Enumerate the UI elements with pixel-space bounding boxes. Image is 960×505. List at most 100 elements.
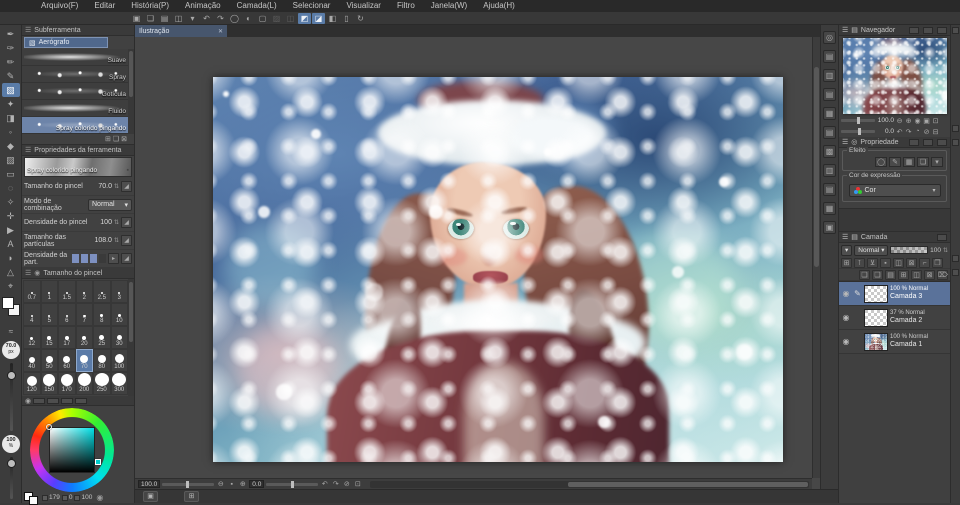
spinner-icon[interactable]: ⇅ (943, 247, 948, 254)
enable-mask-icon[interactable]: ⊠ (906, 258, 917, 268)
main-color-swatches[interactable] (2, 297, 20, 323)
decoration-tool[interactable]: ✦ (2, 97, 20, 111)
effect-layer-icon[interactable]: ❏ (917, 157, 929, 167)
brush-size-slider[interactable] (10, 363, 13, 431)
palette-tab[interactable] (937, 27, 947, 34)
brush-size-cell[interactable]: 0.7 (23, 280, 41, 303)
brush-size-cell[interactable]: 4 (23, 303, 41, 326)
brush-size-cell[interactable]: 1.5 (58, 280, 76, 303)
hue-ring-marker[interactable] (95, 459, 101, 465)
redo-icon[interactable]: ↷ (214, 13, 227, 24)
layer-reference-icon[interactable]: ⊻ (867, 258, 878, 268)
material-download-palette-icon[interactable]: ▦ (823, 202, 836, 215)
palette-tab[interactable] (923, 139, 933, 146)
material-image-palette-icon[interactable]: ▩ (823, 145, 836, 158)
color-wheel-tab-icon[interactable]: ◉ (25, 397, 31, 405)
blend-tool[interactable]: ◦ (2, 125, 20, 139)
brush-size-cell[interactable]: 100 (111, 349, 129, 372)
brush-size-cell[interactable]: 50 (41, 349, 59, 372)
document-tab[interactable]: Ilustração ✕ (135, 25, 227, 37)
palette-tab[interactable] (937, 234, 947, 241)
brush-size-cell[interactable]: 20 (76, 326, 94, 349)
pressure-settings-button[interactable]: ◢ (121, 181, 132, 192)
gradient-tool[interactable]: ▨ (2, 153, 20, 167)
document-info-icon[interactable]: ▯ (340, 13, 353, 24)
save-icon[interactable]: ◫ (172, 13, 185, 24)
brush-size-cell[interactable]: 15 (41, 326, 59, 349)
dock-collapse-icon[interactable] (952, 27, 959, 34)
menu-item[interactable]: Ajuda(H) (475, 0, 523, 12)
rotate-left-icon[interactable]: ↶ (895, 128, 904, 136)
layer-visibility-eye-icon[interactable]: ◉ (841, 337, 851, 346)
palette-tab[interactable] (909, 27, 919, 34)
new-file-icon[interactable]: ▣ (130, 13, 143, 24)
dock-collapse-icon[interactable] (952, 125, 959, 132)
sv-marker[interactable] (46, 424, 52, 430)
tool-property-header[interactable]: ☰ Propriedades da ferramenta (22, 145, 134, 156)
effect-screen-icon[interactable]: ▦ (903, 157, 915, 167)
airbrush-tool[interactable]: ▧ (2, 83, 20, 97)
expression-color-dropdown[interactable]: Cor ▾ (849, 184, 941, 197)
spinner-icon[interactable]: ⇅ (114, 219, 119, 226)
navigator-header[interactable]: ☰ ▤ Navegador (839, 25, 950, 36)
spinner-icon[interactable]: ⇅ (114, 183, 119, 190)
layer-opacity-value[interactable]: 100 (930, 247, 941, 254)
balloon-tool[interactable]: ◗ (2, 251, 20, 265)
brush-size-cell[interactable]: 7 (76, 303, 94, 326)
text-tool[interactable]: A (2, 237, 20, 251)
figure-tool[interactable]: △ (2, 265, 20, 279)
layer-opacity-slider[interactable] (890, 246, 928, 254)
layer-clip-icon[interactable]: ⊺ (854, 258, 865, 268)
reset-rotation-icon[interactable]: ◔ (913, 128, 922, 136)
brush-size-cell[interactable]: 200 (76, 372, 94, 395)
brush-size-cell[interactable]: 40 (23, 349, 41, 372)
brush-size-scrollbar[interactable] (128, 279, 134, 396)
brush-size-cell[interactable]: 80 (93, 349, 111, 372)
lasso-tool[interactable]: ◌ (2, 181, 20, 195)
panel-menu-icon[interactable]: ☰ (25, 269, 31, 277)
pressure-settings-button[interactable]: ◢ (121, 217, 132, 228)
layer-visibility-eye-icon[interactable]: ◉ (841, 289, 851, 298)
brush-size-cell[interactable]: 300 (111, 372, 129, 395)
subtool-item[interactable]: Spray colorido pingando (22, 117, 134, 134)
item-bank-palette-icon[interactable]: ▥ (823, 69, 836, 82)
zoom-in-icon[interactable]: ⊕ (904, 117, 913, 125)
rotate-reset-icon[interactable]: ↻ (354, 13, 367, 24)
copy-subtool-icon[interactable]: ❏ (113, 135, 119, 143)
snap-special-ruler-icon[interactable]: ◩ (298, 13, 311, 24)
effect-more-chevron-icon[interactable]: ▾ (931, 157, 943, 167)
invert-selection-icon[interactable]: ◐ (242, 13, 255, 24)
rotate-right-icon[interactable]: ↷ (904, 128, 913, 136)
actual-size-icon[interactable]: ▣ (922, 117, 931, 125)
menu-item[interactable]: Camada(L) (229, 0, 285, 12)
calligraphy-tool[interactable]: ✑ (2, 41, 20, 55)
subtool-item[interactable]: Fluido (22, 100, 134, 117)
material-pose-palette-icon[interactable]: ▤ (823, 183, 836, 196)
opacity-slider[interactable] (10, 457, 13, 499)
deselect-icon[interactable]: ◯ (228, 13, 241, 24)
particle-density-selector[interactable] (72, 254, 106, 263)
panel-menu-icon[interactable]: ☰ (842, 138, 848, 146)
zoom-out-icon[interactable]: ⊖ (216, 480, 225, 488)
delete-layer-icon[interactable]: ⌦ (937, 270, 948, 280)
subtool-item[interactable]: Gotícula (22, 83, 134, 100)
effect-tone-icon[interactable]: ◯ (875, 157, 887, 167)
operation-tool[interactable]: ▶ (2, 223, 20, 237)
palette-tab[interactable] (909, 139, 919, 146)
zoom-in-icon[interactable]: ⊕ (238, 480, 247, 488)
lock-pixels-icon[interactable]: ◫ (893, 258, 904, 268)
navigator-rotation-slider[interactable] (841, 130, 875, 133)
foreground-color-swatch[interactable] (2, 297, 14, 309)
navigator-zoom-slider[interactable] (841, 119, 875, 122)
brush-size-indicator[interactable]: 70.0 px (2, 341, 20, 359)
subtool-panel-header[interactable]: ☰ Subferramenta (22, 25, 134, 36)
save-options-chevron-icon[interactable]: ▾ (186, 13, 199, 24)
transfer-down-icon[interactable]: ⊞ (898, 270, 909, 280)
blend-mode-dropdown[interactable]: Normal ▾ (854, 245, 888, 256)
brush-size-cell[interactable]: 8 (93, 303, 111, 326)
Camada 1[interactable]: ◉ ✎ 100 % Normal Camada 1 (839, 330, 950, 354)
snap-ruler-icon[interactable]: ▨ (270, 13, 283, 24)
expand-button[interactable]: ▸ (108, 253, 119, 264)
canvas-horizontal-scrollbar[interactable] (370, 481, 809, 488)
opacity-indicator[interactable]: 100 % (2, 435, 20, 453)
